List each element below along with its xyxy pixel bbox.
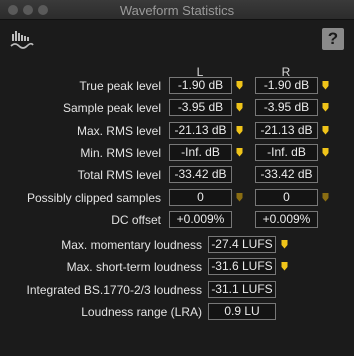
stat-row-label: Max. RMS level bbox=[76, 124, 161, 138]
right-locate-marker-icon[interactable] bbox=[322, 147, 329, 157]
loudness-label: Max. short-term loudness bbox=[66, 260, 202, 274]
loudness-value: -31.1 LUFS bbox=[208, 281, 276, 298]
loudness-value: 0.9 LU bbox=[208, 303, 276, 320]
stat-row-label: Sample peak level bbox=[62, 101, 161, 115]
stat-row-label: True peak level bbox=[79, 79, 161, 93]
title-bar: Waveform Statistics bbox=[0, 0, 354, 20]
stat-row-label: Total RMS level bbox=[77, 168, 161, 182]
right-locate-marker-icon[interactable] bbox=[322, 80, 329, 90]
right-channel-value: -Inf. dB bbox=[255, 144, 318, 161]
statistics-panel: ? L R True peak level -1.90 dB -1.90 dB Sam… bbox=[0, 20, 354, 356]
loudness-locate-marker-icon[interactable] bbox=[281, 261, 288, 271]
left-locate-marker-icon[interactable] bbox=[236, 80, 243, 90]
loudness-value: -27.4 LUFS bbox=[208, 236, 276, 253]
left-locate-marker-icon[interactable] bbox=[236, 192, 243, 202]
left-channel-value: -3.95 dB bbox=[169, 99, 232, 116]
stat-row-label: DC offset bbox=[111, 213, 161, 227]
help-button[interactable]: ? bbox=[322, 28, 344, 50]
loudness-locate-marker-icon[interactable] bbox=[281, 239, 288, 249]
right-channel-value: -33.42 dB bbox=[255, 166, 318, 183]
right-channel-value: -21.13 dB bbox=[255, 122, 318, 139]
left-channel-value: 0 bbox=[169, 189, 232, 206]
left-channel-value: +0.009% bbox=[169, 211, 232, 228]
right-locate-marker-icon[interactable] bbox=[322, 125, 329, 135]
left-channel-value: -33.42 dB bbox=[169, 166, 232, 183]
right-channel-value: -3.95 dB bbox=[255, 99, 318, 116]
right-locate-marker-icon[interactable] bbox=[322, 102, 329, 112]
loudness-value: -31.6 LUFS bbox=[208, 258, 276, 275]
loudness-label: Loudness range (LRA) bbox=[81, 305, 202, 319]
right-locate-marker-icon[interactable] bbox=[322, 192, 329, 202]
left-channel-value: -Inf. dB bbox=[169, 144, 232, 161]
left-locate-marker-icon[interactable] bbox=[236, 125, 243, 135]
right-channel-value: +0.009% bbox=[255, 211, 318, 228]
right-channel-value: -1.90 dB bbox=[255, 77, 318, 94]
stat-row-label: Possibly clipped samples bbox=[26, 191, 161, 205]
window-title: Waveform Statistics bbox=[119, 3, 235, 18]
left-locate-marker-icon[interactable] bbox=[236, 147, 243, 157]
left-locate-marker-icon[interactable] bbox=[236, 102, 243, 112]
loudness-label: Max. momentary loudness bbox=[61, 238, 202, 252]
left-channel-value: -21.13 dB bbox=[169, 122, 232, 139]
stat-row-label: Min. RMS level bbox=[80, 146, 161, 160]
left-channel-value: -1.90 dB bbox=[169, 77, 232, 94]
right-channel-value: 0 bbox=[255, 189, 318, 206]
loudness-label: Integrated BS.1770-2/3 loudness bbox=[26, 283, 202, 297]
waveform-logo-icon bbox=[10, 29, 34, 51]
